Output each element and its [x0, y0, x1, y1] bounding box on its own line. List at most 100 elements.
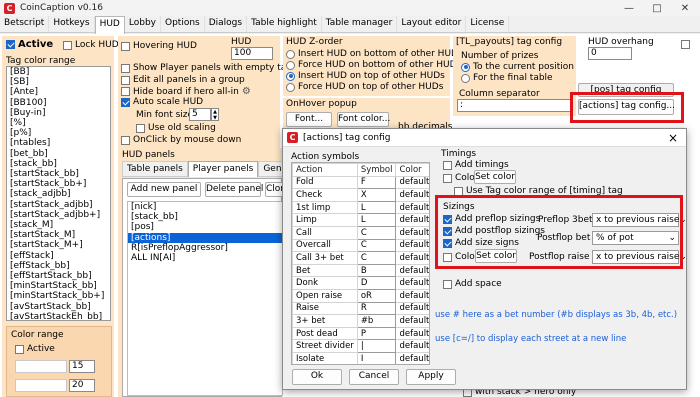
- tab-hotkeys[interactable]: Hotkeys: [49, 16, 95, 32]
- table-cell-symbol[interactable]: D: [356, 276, 397, 290]
- table-cell-symbol[interactable]: R: [356, 301, 397, 316]
- auto-scale-checkbox[interactable]: [121, 97, 130, 107]
- list-item[interactable]: [nick]: [128, 202, 282, 212]
- table-cell-symbol[interactable]: L: [356, 200, 397, 215]
- table-row[interactable]: Isolate Idefault: [292, 351, 429, 364]
- list-item[interactable]: [stack_adjbb]: [7, 189, 110, 199]
- list-item[interactable]: [stack_bb]: [7, 159, 110, 169]
- list-item[interactable]: [SB]: [7, 77, 110, 87]
- add-space-checkbox[interactable]: [443, 279, 452, 289]
- color-swatch-1[interactable]: [15, 360, 67, 373]
- zorder-radio-0[interactable]: [286, 49, 295, 59]
- list-item[interactable]: [Ante]: [7, 87, 110, 97]
- list-item[interactable]: [startStack_adjbb+]: [7, 210, 110, 220]
- table-cell-symbol[interactable]: #b: [356, 314, 397, 328]
- table-row[interactable]: Raise Rdefault: [292, 301, 429, 316]
- zorder-radio-1[interactable]: [286, 60, 295, 70]
- tab-license[interactable]: License: [466, 16, 510, 32]
- actions-tag-config-button[interactable]: [actions] tag config...: [578, 99, 675, 115]
- list-item[interactable]: [startStack_M+]: [7, 240, 110, 250]
- list-item[interactable]: [startStack_adjbb]: [7, 200, 110, 210]
- table-row[interactable]: Limp Ldefault: [292, 213, 429, 227]
- table-cell-symbol[interactable]: oR: [356, 288, 397, 303]
- maximize-icon[interactable]: □: [650, 3, 664, 14]
- active-checkbox[interactable]: [6, 40, 15, 49]
- delete-panel-button[interactable]: Delete panel: [205, 182, 263, 197]
- list-item[interactable]: [minStartStack_bb+]: [7, 291, 110, 301]
- list-item[interactable]: [pos]: [128, 222, 282, 232]
- list-item[interactable]: [effStartStack_bb]: [7, 271, 110, 281]
- hovering-hud-checkbox[interactable]: [121, 41, 130, 51]
- list-item[interactable]: [BB]: [7, 67, 110, 77]
- table-row[interactable]: Call Cdefault: [292, 225, 429, 240]
- hide-board-checkbox[interactable]: [121, 87, 130, 96]
- tab-table-panels[interactable]: Table panels: [122, 161, 188, 177]
- list-item[interactable]: [startStack_bb]: [7, 169, 110, 179]
- hud-opacity-input[interactable]: 100: [231, 47, 273, 60]
- lock-hud-checkbox[interactable]: [63, 40, 72, 50]
- tab-betscript[interactable]: Betscript: [0, 16, 50, 32]
- min-font-size-input[interactable]: 5: [189, 108, 211, 121]
- gear-icon[interactable]: ⚙: [242, 86, 251, 97]
- color-range-value-2[interactable]: 20: [69, 379, 95, 392]
- old-scaling-checkbox[interactable]: [136, 123, 145, 133]
- list-item[interactable]: R[isPreflopAggressor]: [128, 243, 282, 253]
- apply-button[interactable]: Apply: [406, 369, 456, 385]
- color-range-active-checkbox[interactable]: [15, 344, 24, 354]
- tags-list[interactable]: [BB] [SB] [Ante] [BB100] [Buy-in] [%] [p…: [6, 66, 111, 321]
- prize-radio-final[interactable]: [461, 73, 470, 83]
- list-item[interactable]: [p%]: [7, 128, 110, 138]
- list-item[interactable]: [ntables]: [7, 138, 110, 148]
- list-item[interactable]: [Buy-in]: [7, 108, 110, 118]
- list-item[interactable]: [avStartStackEh_bb]: [7, 312, 110, 320]
- tab-table-manager[interactable]: Table manager: [322, 16, 398, 32]
- table-cell-symbol[interactable]: B: [356, 263, 397, 278]
- edit-all-panels-checkbox[interactable]: [121, 75, 130, 85]
- tab-layout-editor[interactable]: Layout editor: [397, 16, 467, 32]
- table-cell-symbol[interactable]: I: [356, 351, 397, 364]
- table-cell-symbol[interactable]: L: [356, 213, 397, 227]
- list-item[interactable]: [bet_bb]: [7, 149, 110, 159]
- table-row[interactable]: Street divider | default: [292, 339, 429, 353]
- timings-color-checkbox[interactable]: [443, 173, 452, 183]
- table-cell-symbol[interactable]: C: [356, 251, 397, 265]
- list-item[interactable]: [stack_bb]: [128, 212, 282, 222]
- table-cell-symbol[interactable]: C: [356, 238, 397, 253]
- onclick-mousedown-checkbox[interactable]: [121, 135, 130, 145]
- panel-lines-list[interactable]: [nick] [stack_bb] [pos] [actions] R[isPr…: [127, 201, 283, 396]
- show-empty-panels-checkbox[interactable]: [121, 63, 130, 73]
- list-item[interactable]: [minStartStack_bb]: [7, 281, 110, 291]
- table-row[interactable]: Check Xdefault: [292, 188, 429, 202]
- table-row[interactable]: Open raise oR default: [292, 288, 429, 303]
- minimize-icon[interactable]: —: [622, 3, 636, 14]
- list-item[interactable]: [%]: [7, 118, 110, 128]
- list-item[interactable]: [effStack]: [7, 251, 110, 261]
- list-item[interactable]: ALL IN[AI]: [128, 253, 282, 263]
- hud-overhang-input[interactable]: 0: [588, 47, 632, 60]
- table-row[interactable]: Post dead Pdefault: [292, 326, 429, 341]
- tab-options[interactable]: Options: [161, 16, 205, 32]
- hud-overhang-checkbox[interactable]: [681, 40, 690, 49]
- table-row[interactable]: Donk Ddefault: [292, 276, 429, 290]
- list-item[interactable]: [startStack_M]: [7, 230, 110, 240]
- color-range-value-1[interactable]: 15: [69, 360, 95, 373]
- font-color-button[interactable]: Font color...: [337, 112, 390, 127]
- ok-button[interactable]: Ok: [292, 369, 342, 385]
- prize-radio-current[interactable]: [461, 62, 470, 72]
- table-row[interactable]: Fold Fdefault: [292, 175, 429, 190]
- table-row[interactable]: 1st limp Ldefault: [292, 200, 429, 215]
- table-row[interactable]: 3+ bet #b default: [292, 314, 429, 328]
- table-row[interactable]: Call 3+ bet Cdefault: [292, 251, 429, 265]
- cancel-button[interactable]: Cancel: [349, 369, 399, 385]
- tab-lobby[interactable]: Lobby: [125, 16, 161, 32]
- tab-dialogs[interactable]: Dialogs: [205, 16, 248, 32]
- add-panel-button[interactable]: Add new panel: [127, 182, 201, 197]
- column-separator-input[interactable]: :: [457, 99, 571, 112]
- timings-set-color-button[interactable]: Set color: [474, 170, 516, 184]
- list-item[interactable]: [stack_M]: [7, 220, 110, 230]
- font-button[interactable]: Font...: [286, 112, 332, 127]
- table-cell-symbol[interactable]: C: [356, 225, 397, 240]
- table-cell-symbol[interactable]: |: [356, 339, 397, 353]
- table-cell-symbol[interactable]: X: [356, 188, 397, 202]
- list-item-selected[interactable]: [actions]: [128, 232, 282, 243]
